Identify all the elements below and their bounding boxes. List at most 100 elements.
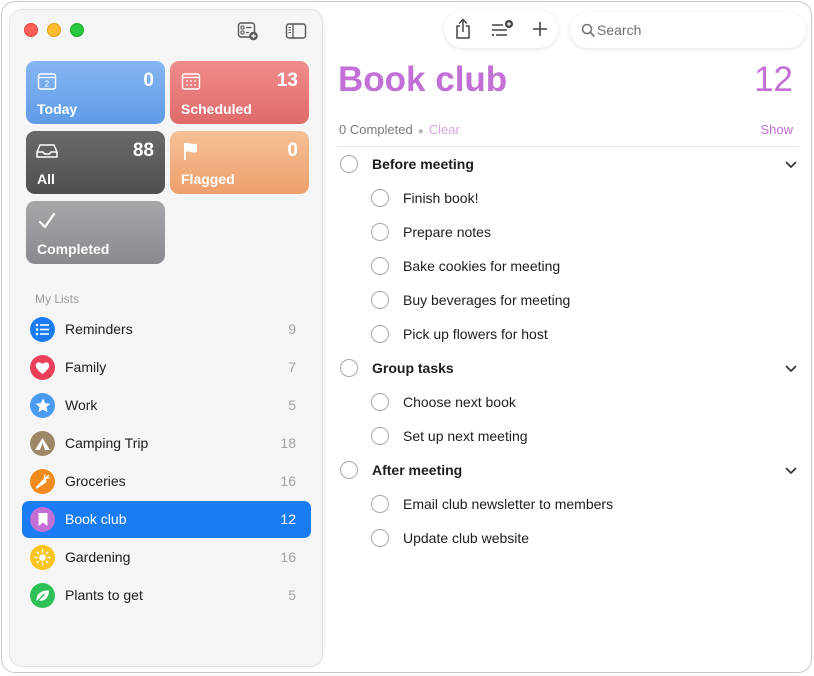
calendar-icon <box>180 71 202 91</box>
list-item-count: 9 <box>288 321 296 337</box>
separator-dot: ● <box>417 126 424 137</box>
sidebar-list-camping-trip[interactable]: Camping Trip 18 <box>22 425 311 462</box>
completed-count-text: 0 Completed <box>339 122 413 137</box>
list-item-count: 18 <box>280 435 296 451</box>
list-count: 12 <box>754 60 793 99</box>
reminder-checkbox[interactable] <box>371 223 389 241</box>
search-field[interactable] <box>570 12 806 48</box>
reminder-item[interactable]: Buy beverages for meeting <box>371 290 791 312</box>
smart-list-completed[interactable]: Completed <box>26 201 165 264</box>
reminder-checkbox[interactable] <box>371 291 389 309</box>
sidebar: 2 0 Today 13 Scheduled 88 All 0 Flagged <box>10 10 322 666</box>
reminder-checkbox[interactable] <box>371 495 389 513</box>
scheduled-label: Scheduled <box>181 101 252 117</box>
reminder-checkbox[interactable] <box>371 393 389 411</box>
zoom-window-button[interactable] <box>70 23 84 37</box>
list-name: Groceries <box>65 473 126 489</box>
reminder-title: Email club newsletter to members <box>403 496 614 512</box>
reminder-checkbox[interactable] <box>371 427 389 445</box>
bookmark-icon <box>30 507 55 532</box>
sidebar-list-family[interactable]: Family 7 <box>22 349 311 386</box>
section-header[interactable]: Group tasks <box>340 358 780 380</box>
my-lists-header: My Lists <box>35 292 80 306</box>
reminder-checkbox[interactable] <box>371 529 389 547</box>
smart-list-scheduled[interactable]: 13 Scheduled <box>170 61 309 124</box>
smart-list-all[interactable]: 88 All <box>26 131 165 194</box>
reminder-title: Set up next meeting <box>403 428 528 444</box>
reminder-item[interactable]: Bake cookies for meeting <box>371 256 791 278</box>
reminder-checkbox[interactable] <box>371 325 389 343</box>
sidebar-list-work[interactable]: Work 5 <box>22 387 311 424</box>
reminder-title: Bake cookies for meeting <box>403 258 561 274</box>
reminder-title: Pick up flowers for host <box>403 326 548 342</box>
sidebar-list-book-club[interactable]: Book club 12 <box>22 501 311 538</box>
sidebar-list-plants-to-get[interactable]: Plants to get 5 <box>22 577 311 614</box>
sidebar-icon <box>285 23 307 39</box>
share-button[interactable] <box>451 18 475 40</box>
section-title: After meeting <box>372 462 463 478</box>
reminder-checkbox[interactable] <box>371 189 389 207</box>
reminder-title: Update club website <box>403 530 530 546</box>
list-bullet-icon <box>30 317 55 342</box>
list-name: Camping Trip <box>65 435 149 451</box>
list-item-count: 7 <box>288 359 296 375</box>
reminder-title: Buy beverages for meeting <box>403 292 571 308</box>
flag-icon <box>180 141 202 161</box>
clear-completed-button[interactable]: Clear <box>429 122 460 137</box>
list-options-icon <box>491 20 513 37</box>
plus-icon <box>533 22 547 36</box>
list-item-count: 5 <box>288 587 296 603</box>
divider <box>338 146 798 147</box>
completed-label: Completed <box>37 241 110 257</box>
search-input[interactable] <box>597 20 792 40</box>
today-label: Today <box>37 101 78 117</box>
reminder-item[interactable]: Prepare notes <box>371 222 791 244</box>
section-checkbox[interactable] <box>340 155 358 173</box>
calendar-today-icon: 2 <box>36 71 58 91</box>
reminder-item[interactable]: Pick up flowers for host <box>371 324 791 346</box>
sidebar-list-groceries[interactable]: Groceries 16 <box>22 463 311 500</box>
smart-list-flagged[interactable]: 0 Flagged <box>170 131 309 194</box>
smart-list-today[interactable]: 2 0 Today <box>26 61 165 124</box>
list-title: Book club <box>338 60 508 99</box>
reminder-item[interactable]: Finish book! <box>371 188 791 210</box>
list-name: Plants to get <box>65 587 143 603</box>
list-item-count: 16 <box>280 549 296 565</box>
list-item-count: 16 <box>280 473 296 489</box>
close-window-button[interactable] <box>24 23 38 37</box>
show-completed-button[interactable]: Show <box>760 122 793 137</box>
today-count: 0 <box>143 70 154 91</box>
section-header[interactable]: Before meeting <box>340 154 780 176</box>
reminder-item[interactable]: Choose next book <box>371 392 791 414</box>
minimize-window-button[interactable] <box>47 23 61 37</box>
sidebar-toggle-button[interactable] <box>285 21 307 41</box>
tent-icon <box>30 431 55 456</box>
chevron-down-icon[interactable] <box>784 464 798 478</box>
sidebar-list-gardening[interactable]: Gardening 16 <box>22 539 311 576</box>
reminder-title: Finish book! <box>403 190 479 206</box>
view-options-button[interactable] <box>490 18 514 40</box>
completed-summary: 0 Completed ● Clear <box>339 122 460 137</box>
scheduled-count: 13 <box>276 70 298 91</box>
checklist-add-icon <box>237 22 258 41</box>
reminder-item[interactable]: Set up next meeting <box>371 426 791 448</box>
svg-text:2: 2 <box>45 80 50 89</box>
app-window: 2 0 Today 13 Scheduled 88 All 0 Flagged <box>1 1 812 673</box>
section-header[interactable]: After meeting <box>340 460 780 482</box>
checkmark-icon <box>36 211 58 231</box>
section-checkbox[interactable] <box>340 461 358 479</box>
reminder-item[interactable]: Update club website <box>371 528 791 550</box>
section-title: Group tasks <box>372 360 454 376</box>
new-list-button[interactable] <box>237 21 259 41</box>
chevron-down-icon[interactable] <box>784 362 798 376</box>
sidebar-list-reminders[interactable]: Reminders 9 <box>22 311 311 348</box>
tray-icon <box>36 141 58 161</box>
heart-icon <box>30 355 55 380</box>
chevron-down-icon[interactable] <box>784 158 798 172</box>
carrot-icon <box>30 469 55 494</box>
reminder-checkbox[interactable] <box>371 257 389 275</box>
add-reminder-button[interactable] <box>528 18 552 40</box>
reminder-title: Choose next book <box>403 394 516 410</box>
section-checkbox[interactable] <box>340 359 358 377</box>
reminder-item[interactable]: Email club newsletter to members <box>371 494 791 516</box>
